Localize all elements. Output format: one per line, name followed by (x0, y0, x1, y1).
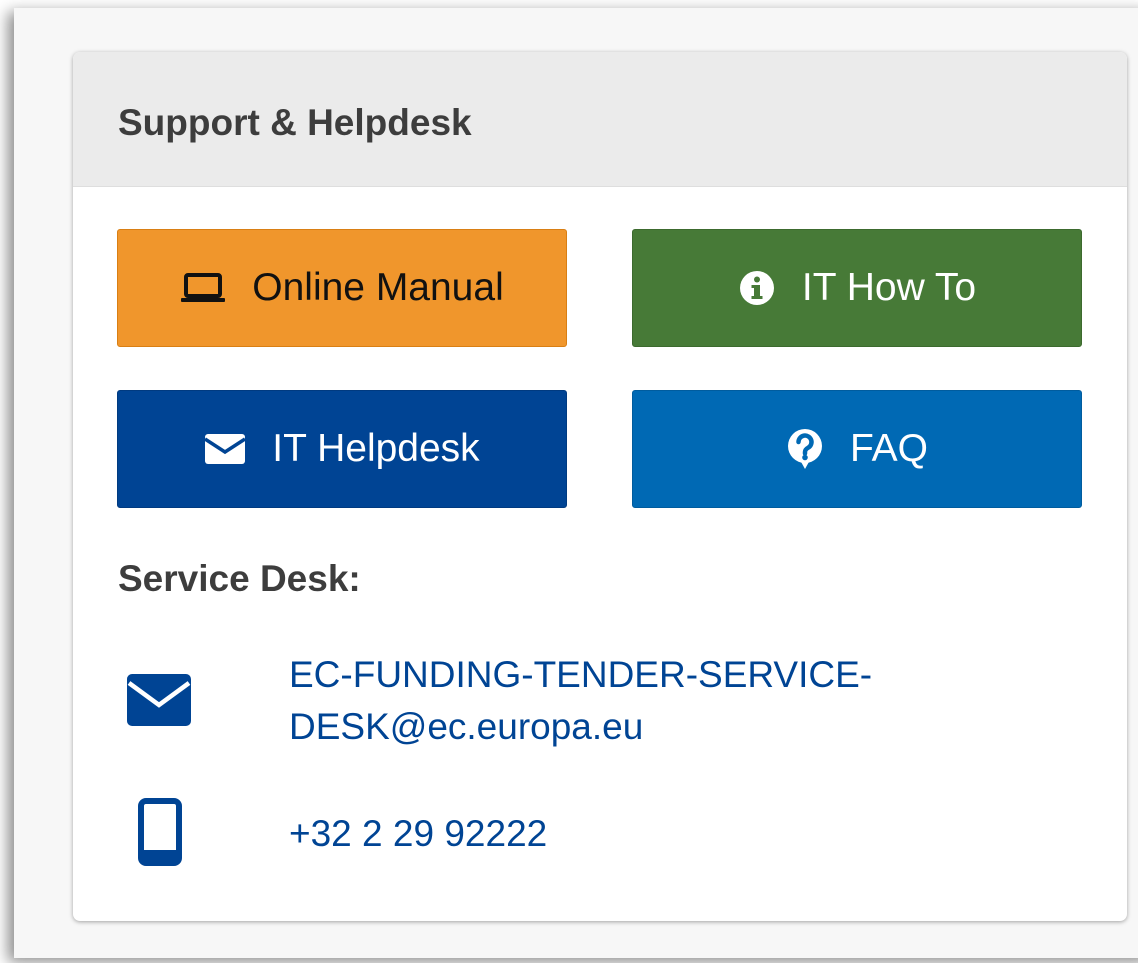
it-helpdesk-label: IT Helpdesk (272, 427, 480, 470)
mobile-phone-icon (138, 798, 182, 866)
panel-header: Support & Helpdesk (73, 52, 1127, 187)
online-manual-label: Online Manual (252, 266, 504, 309)
envelope-icon (126, 672, 192, 728)
online-manual-button[interactable]: Online Manual (117, 229, 567, 347)
service-desk-label: Service Desk: (118, 558, 361, 599)
question-bubble-icon (786, 428, 824, 470)
email-line-2: DESK@ec.europa.eu (289, 706, 644, 747)
laptop-icon (180, 273, 226, 303)
envelope-icon (204, 433, 247, 465)
service-desk-email-link[interactable]: EC-FUNDING-TENDER-SERVICE- DESK@ec.europ… (289, 649, 1069, 753)
info-circle-icon (738, 269, 776, 307)
email-line-1: EC-FUNDING-TENDER-SERVICE- (289, 654, 873, 695)
it-how-to-label: IT How To (801, 266, 977, 309)
service-desk-phone-link[interactable]: +32 2 29 92222 (289, 808, 547, 860)
it-helpdesk-button[interactable]: IT Helpdesk (117, 390, 567, 508)
window-frame: Support & Helpdesk Online Manual IT How … (14, 8, 1138, 958)
faq-label: FAQ (849, 427, 929, 470)
it-how-to-button[interactable]: IT How To (632, 229, 1082, 347)
support-panel: Support & Helpdesk Online Manual IT How … (73, 52, 1127, 921)
faq-button[interactable]: FAQ (632, 390, 1082, 508)
panel-title: Support & Helpdesk (118, 102, 472, 143)
